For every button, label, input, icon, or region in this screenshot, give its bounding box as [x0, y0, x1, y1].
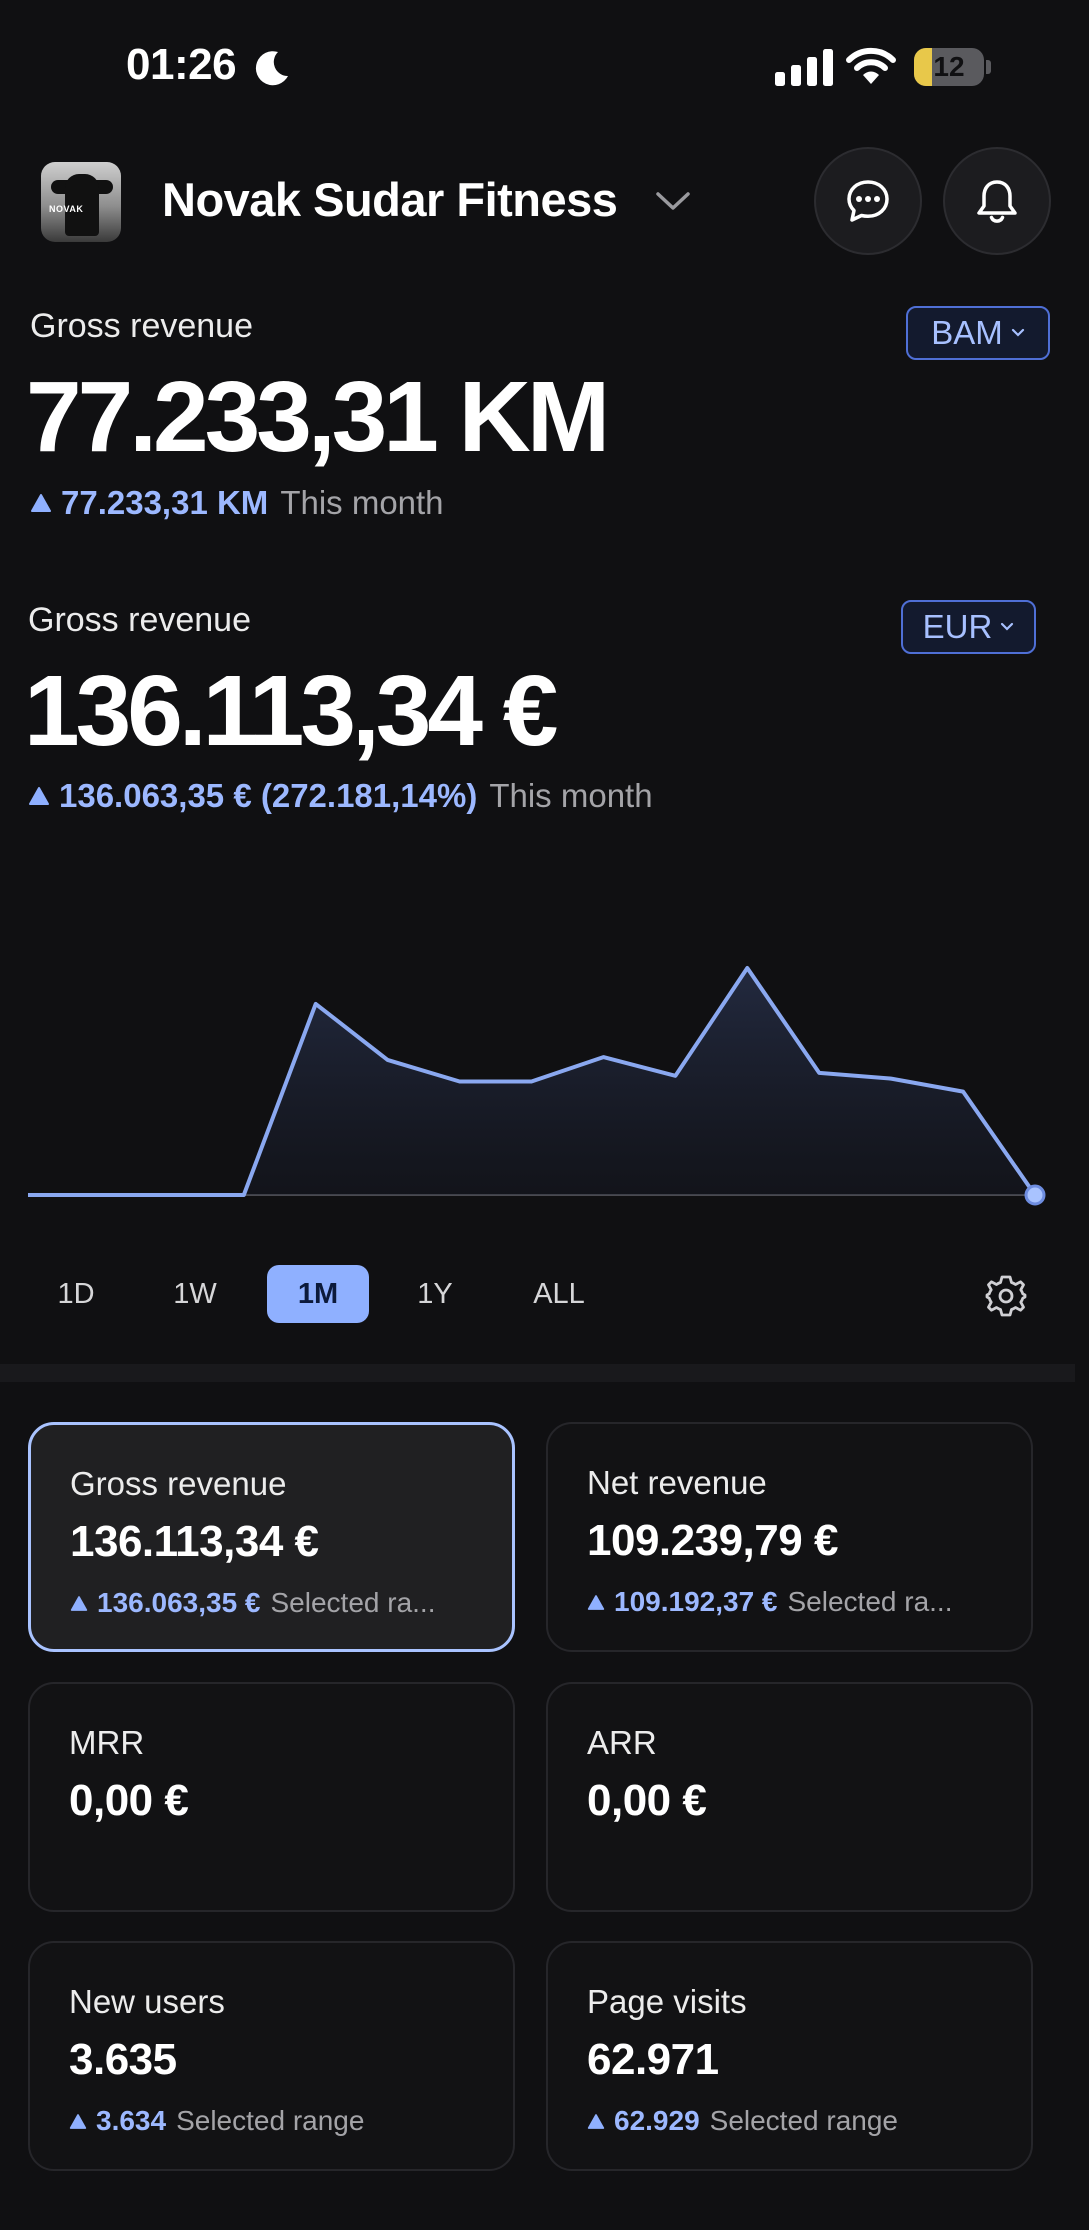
- delta-value: 77.233,31 KM: [61, 484, 269, 521]
- metric-card-page-visits[interactable]: Page visits 62.971 62.929 Selected range: [546, 1941, 1033, 2171]
- revenue-chart[interactable]: [0, 900, 1089, 1230]
- chat-button[interactable]: [814, 147, 922, 255]
- chart-endpoint[interactable]: [1024, 1184, 1046, 1206]
- metric-delta: 3.634 Selected range: [69, 2105, 364, 2137]
- triangle-up-icon: [69, 2113, 87, 2129]
- metric-card-new-users[interactable]: New users 3.635 3.634 Selected range: [28, 1941, 515, 2171]
- metric-delta: 109.192,37 € Selected ra...: [587, 1586, 952, 1618]
- metric-delta-value: 136.063,35 €: [97, 1587, 261, 1618]
- triangle-up-icon: [587, 1594, 605, 1610]
- gross-revenue-bam-amount: 77.233,31 KM: [26, 361, 610, 473]
- metric-title: New users: [69, 1983, 225, 2020]
- gross-revenue-bam-label: Gross revenue: [30, 307, 253, 345]
- chevron-down-icon: [1011, 328, 1024, 337]
- metric-delta-value: 3.634: [96, 2105, 167, 2136]
- gear-icon[interactable]: [984, 1274, 1028, 1318]
- triangle-up-icon: [70, 1595, 88, 1611]
- triangle-up-icon: [587, 2113, 605, 2129]
- range-tab-all[interactable]: ALL: [518, 1265, 600, 1323]
- metric-delta-note: Selected range: [176, 2105, 365, 2136]
- gross-revenue-eur-amount: 136.113,34 €: [24, 655, 558, 767]
- metric-title: Gross revenue: [70, 1465, 287, 1502]
- metric-value: 136.113,34 €: [70, 1517, 319, 1566]
- metric-delta-note: Selected range: [709, 2105, 898, 2136]
- currency-select-bam[interactable]: BAM: [906, 306, 1050, 360]
- metric-delta: 62.929 Selected range: [587, 2105, 898, 2137]
- currency-eur-label: EUR: [922, 608, 993, 645]
- notifications-button[interactable]: [943, 147, 1051, 255]
- chevron-down-icon: [1001, 622, 1014, 631]
- chat-icon: [847, 180, 889, 222]
- metric-value: 3.635: [69, 2035, 177, 2084]
- triangle-up-icon: [29, 787, 49, 805]
- currency-bam-label: BAM: [931, 314, 1003, 351]
- battery-indicator: 12: [914, 48, 984, 86]
- metric-value: 109.239,79 €: [587, 1516, 838, 1565]
- metric-value: 0,00 €: [69, 1776, 189, 1825]
- metric-card-arr[interactable]: ARR 0,00 €: [546, 1682, 1033, 1912]
- metric-title: Net revenue: [587, 1464, 767, 1501]
- signal-icon: [775, 49, 833, 86]
- delta-period: This month: [280, 484, 444, 521]
- metric-card-gross-revenue[interactable]: Gross revenue 136.113,34 € 136.063,35 € Sel…: [28, 1422, 515, 1652]
- delta-value: 136.063,35 € (272.181,14%): [59, 777, 478, 814]
- triangle-up-icon: [31, 494, 51, 512]
- battery-tip: [986, 60, 991, 74]
- metric-delta-value: 62.929: [614, 2105, 700, 2136]
- metric-delta-note: Selected ra...: [270, 1587, 436, 1618]
- brand-title[interactable]: Novak Sudar Fitness: [162, 172, 618, 227]
- battery-level: 12: [933, 51, 965, 82]
- range-tab-1y[interactable]: 1Y: [400, 1265, 470, 1323]
- bell-icon: [977, 180, 1017, 223]
- metric-card-net-revenue[interactable]: Net revenue 109.239,79 € 109.192,37 € Selec…: [546, 1422, 1033, 1652]
- currency-select-eur[interactable]: EUR: [901, 600, 1036, 654]
- section-divider: [0, 1364, 1075, 1382]
- gross-revenue-eur-label: Gross revenue: [28, 601, 251, 639]
- metric-delta-note: Selected ra...: [787, 1586, 953, 1617]
- moon-icon: [255, 51, 288, 86]
- delta-period: This month: [489, 777, 653, 814]
- metric-title: ARR: [587, 1724, 657, 1761]
- range-tab-1d[interactable]: 1D: [46, 1265, 106, 1323]
- chevron-down-icon[interactable]: [654, 188, 692, 214]
- metric-title: MRR: [69, 1724, 145, 1761]
- avatar[interactable]: NOVAK: [41, 162, 121, 242]
- metric-value: 62.971: [587, 2035, 719, 2084]
- gross-revenue-eur-delta: 136.063,35 € (272.181,14%) This month: [28, 777, 653, 815]
- metric-value: 0,00 €: [587, 1776, 707, 1825]
- status-time: 01:26: [126, 40, 237, 89]
- gross-revenue-bam-delta: 77.233,31 KM This month: [30, 484, 444, 522]
- range-tab-1w[interactable]: 1W: [160, 1265, 230, 1323]
- wifi-icon: [846, 47, 896, 84]
- range-tab-1m[interactable]: 1M: [267, 1265, 369, 1323]
- metric-delta-value: 109.192,37 €: [614, 1586, 778, 1617]
- metric-delta: 136.063,35 € Selected ra...: [70, 1587, 435, 1619]
- avatar-logo-text: NOVAK: [49, 204, 84, 214]
- metric-title: Page visits: [587, 1983, 747, 2020]
- metric-card-mrr[interactable]: MRR 0,00 €: [28, 1682, 515, 1912]
